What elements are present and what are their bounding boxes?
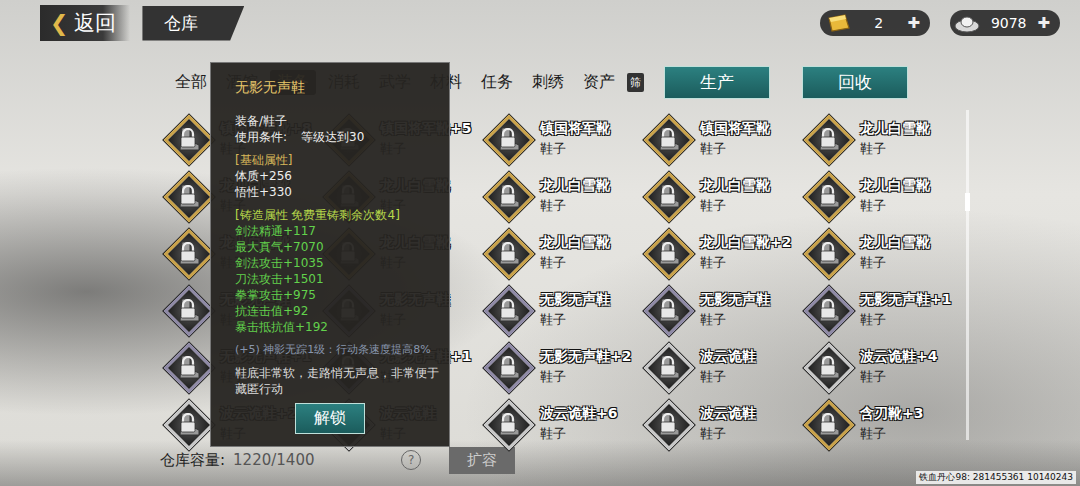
lock-icon xyxy=(819,185,837,205)
lock-icon xyxy=(499,185,517,205)
watermark: 铁血丹心98: 281455361 10140243 xyxy=(916,471,1076,484)
lock-icon xyxy=(819,242,837,262)
category-tab[interactable]: 全部 xyxy=(168,70,214,95)
main-area: 全部酒馆装备消耗武学材料任务刺绣资产筛生产回收镇国将军靴+8鞋子镇国将军靴+5鞋… xyxy=(0,46,1080,440)
category-tab[interactable]: 任务 xyxy=(474,70,520,95)
expand-button[interactable]: 扩容 xyxy=(449,447,515,474)
action-button[interactable]: 生产 xyxy=(664,66,770,99)
lock-icon xyxy=(659,242,677,262)
item-slot[interactable]: 无影无声鞋鞋子 xyxy=(480,281,640,338)
help-icon[interactable]: ? xyxy=(401,450,421,470)
item-slot[interactable]: 波云诡鞋鞋子 xyxy=(640,338,800,395)
item-slot[interactable]: 波云诡鞋+4鞋子 xyxy=(800,338,960,395)
silver-ingot-icon xyxy=(954,12,980,34)
currency: 2✚ xyxy=(820,10,930,36)
item-slot[interactable]: 龙儿白雪靴鞋子 xyxy=(480,224,640,281)
item-slot[interactable]: 龙儿白雪靴鞋子 xyxy=(800,110,960,167)
top-bar: ❮返回仓库 2✚ 9078✚ xyxy=(0,0,1080,46)
lock-icon xyxy=(819,299,837,319)
lock-icon xyxy=(659,128,677,148)
item-slot[interactable]: 龙儿白雪靴鞋子 xyxy=(480,167,640,224)
add-currency-button[interactable]: ✚ xyxy=(907,14,920,32)
lock-icon xyxy=(499,413,517,433)
item-tooltip: 无影无声鞋装备/鞋子使用条件:等级达到30[基础属性]体质+256悟性+330[… xyxy=(210,62,450,447)
lock-icon xyxy=(179,356,197,376)
add-currency-button[interactable]: ✚ xyxy=(1037,14,1050,32)
item-slot[interactable]: 无影无声鞋+1鞋子 xyxy=(800,281,960,338)
warehouse-screen: ❮返回仓库2✚9078✚全部酒馆装备消耗武学材料任务刺绣资产筛生产回收镇国将军靴… xyxy=(0,0,1080,486)
lock-icon xyxy=(819,128,837,148)
scroll-thumb[interactable] xyxy=(965,193,970,211)
item-slot[interactable]: 龙儿白雪靴鞋子 xyxy=(800,224,960,281)
lock-icon xyxy=(659,413,677,433)
category-tab[interactable]: 资产 xyxy=(576,70,622,95)
lock-icon xyxy=(659,356,677,376)
unlock-button[interactable]: 解锁 xyxy=(295,403,365,434)
filter-button[interactable]: 筛 xyxy=(627,73,644,92)
lock-icon xyxy=(819,413,837,433)
lock-icon xyxy=(499,356,517,376)
page-title: 仓库 xyxy=(142,6,244,41)
item-slot[interactable]: 无影无声鞋+2鞋子 xyxy=(480,338,640,395)
lock-icon xyxy=(819,356,837,376)
lock-icon xyxy=(499,242,517,262)
item-slot[interactable]: 镇国将军靴鞋子 xyxy=(480,110,640,167)
item-slot[interactable]: 龙儿白雪靴鞋子 xyxy=(640,167,800,224)
item-slot[interactable]: 无影无声鞋鞋子 xyxy=(640,281,800,338)
lock-icon xyxy=(179,299,197,319)
lock-icon xyxy=(659,185,677,205)
lock-icon xyxy=(659,299,677,319)
lock-icon xyxy=(179,242,197,262)
lock-icon xyxy=(499,299,517,319)
currency: 9078✚ xyxy=(950,10,1060,36)
lock-icon xyxy=(179,413,197,433)
lock-icon xyxy=(499,128,517,148)
action-button[interactable]: 回收 xyxy=(802,66,908,99)
category-tab[interactable]: 刺绣 xyxy=(525,70,571,95)
item-slot[interactable]: 龙儿白雪靴鞋子 xyxy=(800,167,960,224)
back-button[interactable]: ❮返回 xyxy=(40,5,130,41)
item-slot[interactable]: 镇国将军靴鞋子 xyxy=(640,110,800,167)
back-arrow-icon: ❮ xyxy=(50,11,68,36)
lock-icon xyxy=(179,128,197,148)
scrollbar[interactable] xyxy=(966,110,969,440)
gold-bar-icon xyxy=(824,12,850,34)
lock-icon xyxy=(179,185,197,205)
item-slot[interactable]: 龙儿白雪靴+2鞋子 xyxy=(640,224,800,281)
